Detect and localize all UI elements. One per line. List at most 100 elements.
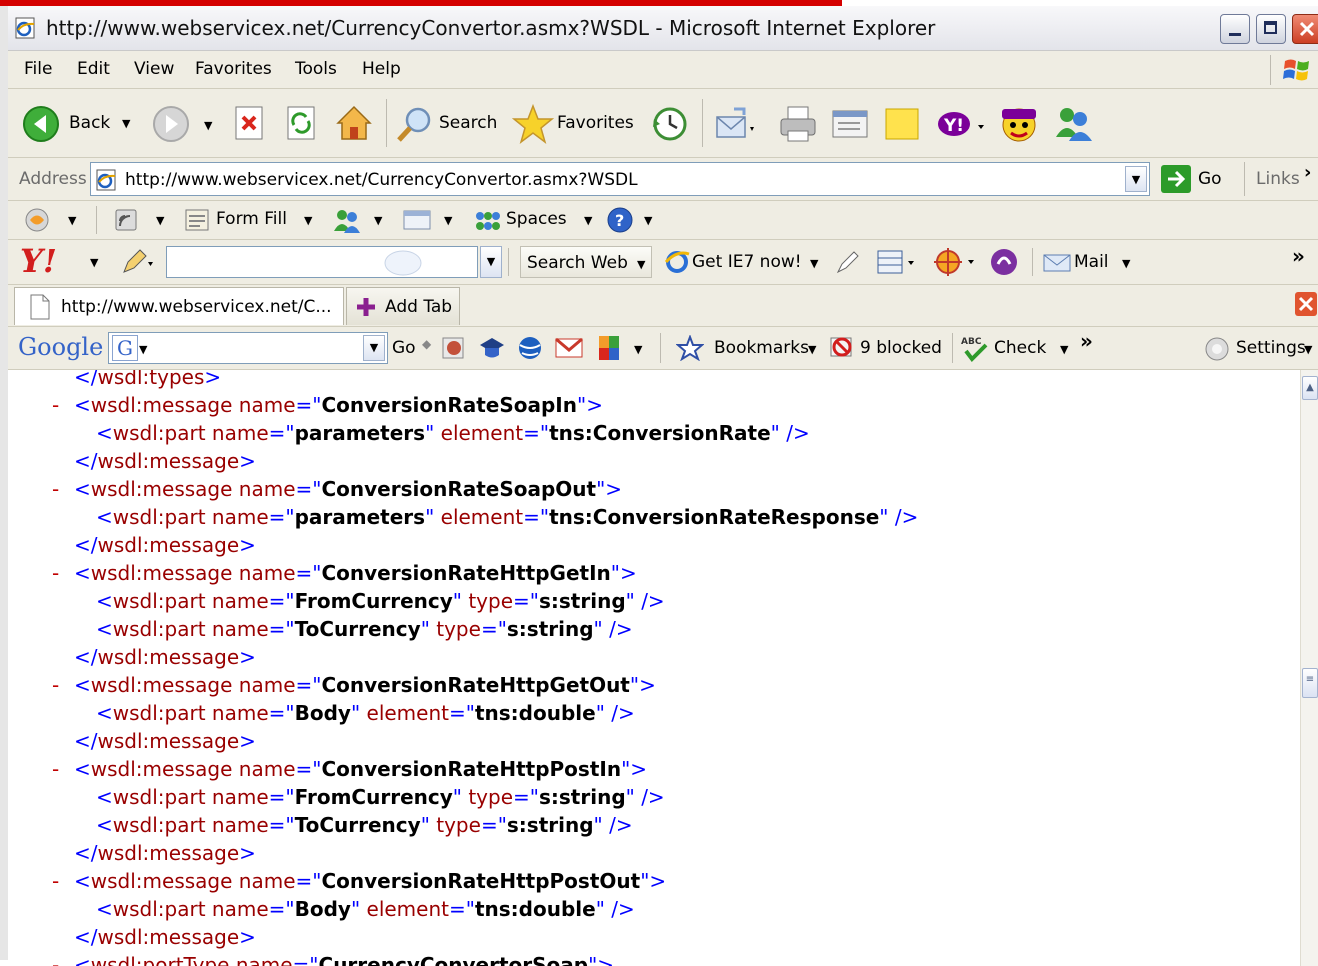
get-ie7-dropdown-icon[interactable]: ▼ bbox=[810, 257, 818, 270]
maximize-button[interactable] bbox=[1256, 14, 1286, 44]
yahoo-logo[interactable]: Y! bbox=[20, 242, 57, 280]
spellcheck-button[interactable]: ABC Check ▼ bbox=[960, 333, 1080, 363]
form-fill-dropdown-icon[interactable]: ▼ bbox=[304, 214, 312, 227]
collapse-toggle[interactable]: - bbox=[52, 756, 59, 782]
menu-file[interactable]: File bbox=[24, 59, 52, 79]
go-button[interactable]: Go bbox=[1160, 162, 1240, 196]
mail-toolbar-button[interactable]: Mail ▼ bbox=[1042, 246, 1138, 278]
favorites-button[interactable]: Favorites bbox=[512, 103, 642, 144]
google-more-button[interactable]: » bbox=[1080, 329, 1093, 353]
window-dropdown-icon[interactable]: ▼ bbox=[444, 214, 452, 227]
bookmarks-dropdown-icon[interactable]: ▼ bbox=[808, 343, 816, 356]
google-go-button[interactable]: Go bbox=[392, 338, 416, 358]
toolbar-logo-icon[interactable] bbox=[22, 207, 52, 233]
google-g-dropdown-icon[interactable]: ▼ bbox=[139, 343, 147, 356]
links-more-icon[interactable]: › bbox=[1304, 162, 1311, 183]
pencil-icon[interactable] bbox=[120, 248, 154, 276]
spaces-dropdown-icon[interactable]: ▼ bbox=[584, 214, 592, 227]
note-button[interactable] bbox=[882, 105, 922, 143]
menu-edit[interactable]: Edit bbox=[77, 59, 110, 79]
menu-help[interactable]: Help bbox=[362, 59, 401, 79]
yahoo-search-dropdown-icon[interactable]: ▼ bbox=[480, 246, 502, 278]
xml-attr-value: s:string bbox=[539, 785, 626, 809]
globe-icon[interactable] bbox=[516, 335, 544, 361]
blogger-icon[interactable] bbox=[596, 333, 624, 363]
home-button[interactable] bbox=[334, 103, 374, 143]
form-fill-button[interactable]: Form Fill ▼ bbox=[184, 206, 324, 234]
get-ie7-button[interactable]: Get IE7 now! ▼ bbox=[664, 246, 826, 278]
stop-button[interactable] bbox=[232, 105, 266, 143]
toolbar-logo-dropdown-icon[interactable]: ▼ bbox=[68, 214, 76, 227]
xml-line-text: </wsdl:message> bbox=[74, 532, 256, 558]
history-button[interactable] bbox=[650, 105, 690, 143]
bookmarks-button[interactable]: Bookmarks ▼ bbox=[676, 333, 818, 363]
search-button[interactable]: Search bbox=[394, 103, 506, 143]
vertical-scrollbar[interactable]: ▲ ≡ bbox=[1300, 370, 1318, 966]
search-web-dropdown-icon[interactable]: ▼ bbox=[637, 258, 645, 271]
popup-blocker-button[interactable]: 9 blocked bbox=[828, 333, 948, 363]
antispy-target-icon[interactable] bbox=[932, 246, 978, 278]
feed-icon[interactable] bbox=[114, 208, 138, 232]
news-icon[interactable] bbox=[440, 335, 468, 361]
collapse-toggle[interactable]: - bbox=[52, 952, 59, 966]
xml-line-text: <wsdl:part name="parameters" element="tn… bbox=[96, 420, 810, 446]
minimize-button[interactable] bbox=[1220, 14, 1250, 44]
menu-view[interactable]: View bbox=[134, 59, 174, 79]
help-icon[interactable]: ? bbox=[606, 206, 634, 234]
window-icon[interactable] bbox=[402, 209, 432, 231]
address-dropdown-icon[interactable]: ▼ bbox=[1125, 166, 1147, 192]
menu-favorites[interactable]: Favorites bbox=[195, 59, 272, 79]
contacts-dropdown-icon[interactable]: ▼ bbox=[374, 214, 382, 227]
search-web-button[interactable]: Search Web ▼ bbox=[520, 246, 652, 278]
highlighter-icon[interactable] bbox=[834, 248, 864, 276]
collapse-toggle[interactable]: - bbox=[52, 392, 59, 418]
feed-dropdown-icon[interactable]: ▼ bbox=[156, 214, 164, 227]
print-button[interactable] bbox=[778, 105, 820, 143]
yahoo-messenger-button[interactable]: Y! bbox=[936, 107, 988, 141]
close-tab-icon[interactable] bbox=[1294, 291, 1318, 317]
scroll-up-button[interactable]: ▲ bbox=[1302, 376, 1318, 400]
close-window-button[interactable] bbox=[1292, 14, 1318, 44]
collapse-toggle[interactable]: - bbox=[52, 672, 59, 698]
xml-line-text: <wsdl:part name="FromCurrency" type="s:s… bbox=[96, 588, 665, 614]
xml-markup: < bbox=[96, 897, 113, 921]
collapse-toggle[interactable]: - bbox=[52, 476, 59, 502]
settings-button[interactable]: Settings ▼ bbox=[1204, 333, 1316, 363]
xml-attr-name: name bbox=[205, 813, 269, 837]
music-icon[interactable] bbox=[988, 246, 1020, 278]
yahoo-logo-dropdown-icon[interactable]: ▼ bbox=[90, 256, 98, 269]
messenger-smiley-icon[interactable] bbox=[998, 103, 1040, 145]
tab-active[interactable]: http://www.webservicex.net/C... bbox=[14, 287, 344, 325]
yahoo-search-input[interactable] bbox=[166, 246, 478, 278]
add-tab-button[interactable]: Add Tab bbox=[346, 287, 460, 325]
collapse-toggle[interactable]: - bbox=[52, 868, 59, 894]
xml-markup: " /> bbox=[595, 897, 635, 921]
help-dropdown-icon[interactable]: ▼ bbox=[644, 214, 652, 227]
xml-line-text: <wsdl:part name="ToCurrency" type="s:str… bbox=[96, 616, 633, 642]
yahoo-more-button[interactable]: » bbox=[1292, 244, 1305, 268]
edit-button[interactable] bbox=[830, 105, 872, 143]
links-button[interactable]: Links bbox=[1256, 169, 1300, 189]
google-apps-dropdown-icon[interactable]: ▼ bbox=[634, 343, 642, 356]
mail-dropdown-icon[interactable]: ▼ bbox=[1122, 257, 1130, 270]
check-dropdown-icon[interactable]: ▼ bbox=[1060, 343, 1068, 356]
refresh-button[interactable] bbox=[284, 105, 318, 143]
settings-dropdown-icon[interactable]: ▼ bbox=[1304, 343, 1312, 356]
spaces-button[interactable]: Spaces ▼ bbox=[474, 206, 594, 234]
address-input[interactable]: http://www.webservicex.net/CurrencyConve… bbox=[90, 162, 1150, 196]
scholar-icon[interactable] bbox=[478, 335, 506, 361]
gmail-icon[interactable] bbox=[554, 335, 584, 361]
collapse-toggle[interactable]: - bbox=[52, 560, 59, 586]
google-search-input[interactable]: G ▼ ▼ bbox=[108, 332, 388, 364]
mail-button[interactable] bbox=[714, 105, 754, 143]
google-logo[interactable]: Google bbox=[18, 333, 103, 361]
layout-icon[interactable] bbox=[876, 248, 920, 276]
scroll-thumb[interactable]: ≡ bbox=[1302, 668, 1318, 698]
google-g-icon[interactable]: G bbox=[112, 335, 138, 361]
google-search-dropdown-icon[interactable]: ▼ bbox=[363, 335, 385, 361]
windows-messenger-icon[interactable] bbox=[1052, 103, 1096, 145]
forward-button[interactable] bbox=[152, 105, 190, 143]
contacts-icon[interactable] bbox=[332, 207, 362, 233]
menu-tools[interactable]: Tools bbox=[295, 59, 337, 79]
back-dropdown-icon[interactable]: ▼ bbox=[122, 117, 130, 130]
